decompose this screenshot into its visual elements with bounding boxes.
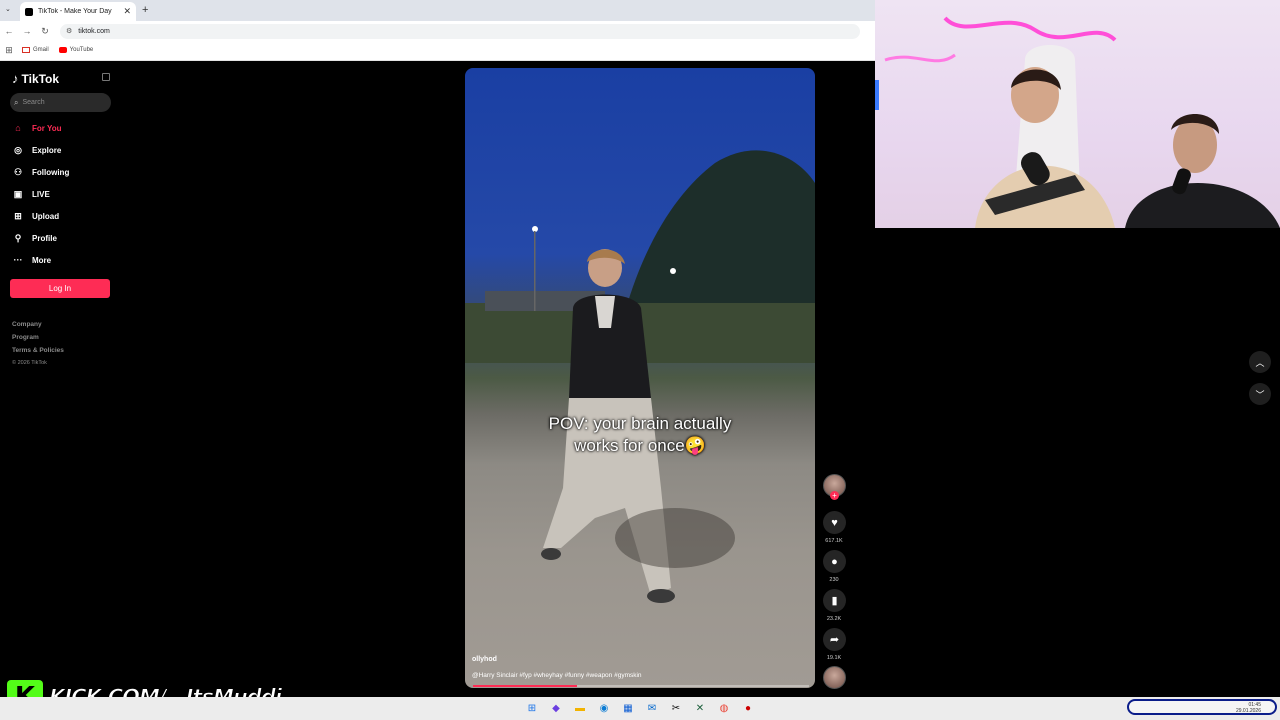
sidebar-item-more[interactable]: ··· More: [12, 251, 112, 269]
video-caption-overlay: POV: your brain actually works for once🤪: [465, 413, 815, 457]
windows-start-icon[interactable]: ⊞: [525, 702, 539, 716]
footer-copyright: © 2026 TikTok: [12, 360, 47, 366]
bookmark-label: YouTube: [69, 47, 94, 53]
file-explorer-icon[interactable]: ▬: [573, 702, 587, 716]
like-count: 617.1K: [825, 538, 843, 544]
apps-grid-icon[interactable]: ⊞: [0, 45, 18, 56]
share-count: 19.1K: [826, 655, 842, 661]
reload-icon[interactable]: ↻: [36, 26, 54, 37]
caption-line-2: works for once🤪: [574, 436, 706, 455]
bookmarks-bar: ⊞ Gmail YouTube: [0, 41, 875, 59]
sidebar-item-for-you[interactable]: ⌂ For You: [12, 119, 112, 137]
forward-icon[interactable]: →: [18, 26, 36, 36]
store-icon[interactable]: ▦: [621, 702, 635, 716]
tab-strip: ⌄ TikTok - Make Your Day ✕ +: [0, 0, 875, 21]
copilot-icon[interactable]: ◆: [549, 702, 563, 716]
sidebar-item-profile[interactable]: ⚲ Profile: [12, 229, 112, 247]
youtube-icon: [58, 47, 67, 53]
bookmark-youtube[interactable]: YouTube: [58, 47, 94, 53]
sidebar-item-live[interactable]: ▣ LIVE: [12, 185, 112, 203]
search-placeholder: Search: [22, 99, 45, 106]
footer-link-terms[interactable]: Terms & Policies: [12, 347, 64, 354]
more-icon: ···: [13, 255, 23, 265]
collapse-sidebar-icon[interactable]: [102, 73, 110, 81]
video-author[interactable]: ollyhod: [472, 656, 497, 663]
address-bar-row: ← → ↻ ⚙ tiktok.com: [0, 21, 875, 41]
share-arrow-icon: ➦: [829, 634, 840, 646]
share-button[interactable]: ➦: [823, 628, 846, 651]
windows-taskbar: ⊞ ◆ ▬ ◉ ▦ ✉ ✂ ✕ ◍ ●: [0, 697, 1280, 720]
tiktok-note-icon: ♪: [12, 71, 19, 86]
sidebar-item-label: Profile: [32, 233, 57, 243]
back-icon[interactable]: ←: [0, 26, 18, 36]
sidebar-item-label: LIVE: [32, 189, 50, 199]
url-input[interactable]: ⚙ tiktok.com: [60, 23, 860, 39]
home-icon: ⌂: [15, 123, 21, 133]
login-button[interactable]: Log In: [10, 279, 110, 298]
comment-count: 230: [829, 577, 839, 583]
chevron-down-icon: ﹀: [1255, 389, 1265, 400]
bookmark-icon: ▮: [831, 595, 838, 607]
profile-icon: ⚲: [14, 232, 22, 243]
video-description: @Harry Sinclair #fyp #wheyhay #funny #we…: [472, 672, 642, 679]
previous-video-button[interactable]: ︿: [1249, 351, 1271, 373]
comment-button[interactable]: ●: [823, 550, 846, 573]
app-icon[interactable]: ✕: [693, 702, 707, 716]
chrome-icon[interactable]: ◍: [717, 702, 731, 716]
caption-line-1: POV: your brain actually: [548, 414, 732, 433]
tab-title: TikTok - Make Your Day: [38, 8, 112, 15]
comment-icon: ●: [831, 555, 838, 568]
save-button[interactable]: ▮: [823, 589, 846, 612]
site-info-icon[interactable]: ⚙: [66, 27, 72, 35]
like-button[interactable]: ♥: [823, 511, 846, 534]
chevron-up-icon: ︿: [1255, 357, 1265, 368]
edge-icon[interactable]: ◉: [597, 702, 611, 716]
sidebar-item-explore[interactable]: ◎ Explore: [12, 141, 112, 159]
upload-icon: ⊞: [14, 210, 22, 221]
gmail-icon: [22, 47, 30, 53]
bookmark-label: Gmail: [33, 47, 49, 53]
streamer-webcam: [875, 0, 1280, 228]
tiktok-favicon-icon: [25, 7, 33, 16]
tiktok-logo[interactable]: ♪ TikTok: [12, 71, 59, 86]
browser-tab[interactable]: TikTok - Make Your Day ✕: [20, 2, 136, 21]
video-progress-fill: [473, 685, 578, 687]
browser-window-chrome: ⌄ TikTok - Make Your Day ✕ + ← → ↻ ⚙ tik…: [0, 0, 875, 61]
save-count: 23.2K: [826, 616, 842, 622]
video-person: [541, 249, 735, 603]
footer-link-program[interactable]: Program: [12, 334, 39, 341]
bookmark-gmail[interactable]: Gmail: [22, 47, 49, 53]
live-icon: ▣: [13, 188, 23, 199]
sidebar-item-label: Upload: [32, 211, 60, 221]
tab-list-chevron-icon[interactable]: ⌄: [5, 5, 11, 13]
outlook-icon[interactable]: ✉: [645, 702, 659, 716]
following-icon: ⚇: [13, 166, 23, 177]
system-tray-clock[interactable]: 01:45 29.01.2026: [1127, 699, 1277, 715]
video-player[interactable]: [465, 68, 815, 688]
sidebar-item-label: Explore: [32, 145, 62, 155]
sidebar-item-upload[interactable]: ⊞ Upload: [12, 207, 112, 225]
footer-link-company[interactable]: Company: [12, 321, 42, 328]
sound-disc-avatar[interactable]: [823, 666, 846, 689]
capcut-icon[interactable]: ✂: [669, 702, 683, 716]
tab-close-icon[interactable]: ✕: [123, 6, 131, 17]
next-video-button[interactable]: ﹀: [1249, 383, 1271, 405]
video-progress-bar[interactable]: [473, 685, 809, 687]
new-tab-button[interactable]: +: [142, 4, 148, 16]
tray-date: 29.01.2026: [1235, 708, 1261, 714]
url-text: tiktok.com: [78, 27, 110, 35]
search-input[interactable]: ⌕ Search: [10, 93, 111, 112]
heart-icon: ♥: [831, 516, 838, 529]
logo-text: TikTok: [21, 71, 60, 86]
search-icon: ⌕: [14, 97, 19, 107]
sidebar-item-label: For You: [32, 123, 62, 133]
sidebar-item-label: More: [32, 255, 52, 265]
app-badge-icon[interactable]: ●: [741, 702, 755, 716]
compass-icon: ◎: [14, 144, 22, 155]
sidebar-item-label: Following: [32, 167, 70, 177]
sidebar-item-following[interactable]: ⚇ Following: [12, 163, 112, 181]
follow-plus-icon[interactable]: +: [830, 491, 839, 500]
webcam-scene: [875, 16, 1280, 228]
